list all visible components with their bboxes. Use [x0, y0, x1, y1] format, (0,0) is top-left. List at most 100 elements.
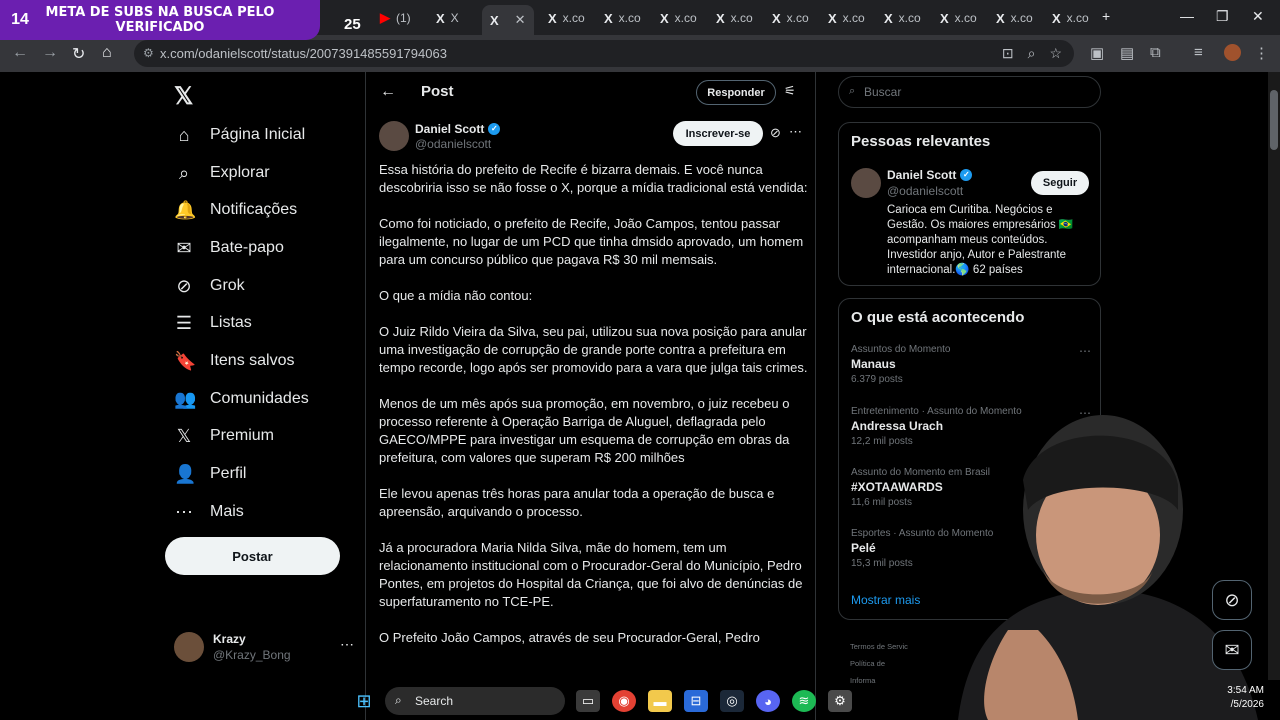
- settings-icon[interactable]: ⚙: [828, 690, 852, 712]
- post-header: ← Post Responder ⚟: [366, 72, 815, 112]
- nav-bookmarks[interactable]: 🔖 Itens salvos: [174, 346, 294, 376]
- media-control-icon[interactable]: ≡: [1194, 44, 1203, 61]
- store-icon[interactable]: ⊟: [684, 690, 708, 712]
- scrollbar[interactable]: [1268, 72, 1280, 680]
- author-name[interactable]: Daniel Scott ✓: [415, 122, 501, 136]
- discord-icon[interactable]: ◕: [756, 690, 780, 712]
- grok-icon: ⊘: [176, 275, 192, 296]
- relevant-name[interactable]: Daniel Scott ✓: [887, 168, 973, 182]
- back-icon[interactable]: ←: [12, 44, 28, 62]
- messages-fab-icon[interactable]: ✉: [1212, 630, 1252, 670]
- search-input[interactable]: ⌕ Buscar: [838, 76, 1101, 108]
- x-logo-icon[interactable]: 𝕏: [174, 82, 193, 111]
- minimize-icon[interactable]: —: [1180, 8, 1194, 24]
- extension-icon[interactable]: ▤: [1120, 44, 1134, 62]
- nav-more[interactable]: ⋯ Mais: [174, 497, 244, 527]
- browser-tab[interactable]: ▶ (1): [372, 5, 420, 31]
- grok-fab-icon[interactable]: ⊘: [1212, 580, 1252, 620]
- close-window-icon[interactable]: ✕: [1252, 8, 1264, 25]
- relevant-handle[interactable]: @odanielscott: [887, 184, 963, 198]
- spotify-icon[interactable]: ≋: [792, 690, 816, 712]
- page-title: Post: [421, 83, 454, 100]
- nav-explore[interactable]: ⌕ Explorar: [174, 158, 270, 188]
- more-options-icon[interactable]: ⋯: [1079, 344, 1091, 358]
- verified-badge-icon: ✓: [960, 169, 973, 181]
- reply-button[interactable]: Responder: [696, 80, 776, 105]
- reload-icon[interactable]: ↻: [72, 44, 85, 64]
- more-options-icon[interactable]: ⋯: [340, 636, 354, 653]
- left-navigation: 𝕏 ⌂ Página Inicial ⌕ Explorar 🔔 Notificaçõe…: [160, 72, 365, 720]
- trend-item[interactable]: Assuntos do Momento Manaus 6.379 posts ⋯: [851, 344, 1091, 385]
- follow-button[interactable]: Seguir: [1031, 171, 1089, 195]
- browser-tab[interactable]: Xx.co: [652, 5, 704, 31]
- install-app-icon[interactable]: ⊡: [1002, 45, 1014, 62]
- browser-tab[interactable]: Xx.co: [1044, 5, 1096, 31]
- nav-premium[interactable]: 𝕏 Premium: [174, 421, 274, 451]
- post-detail-column: ← Post Responder ⚟ Daniel Scott ✓ @odanie…: [365, 72, 816, 720]
- browser-tab[interactable]: XX: [428, 5, 476, 31]
- system-clock[interactable]: 3:54 AM /5/2026: [1208, 684, 1264, 712]
- nav-communities[interactable]: 👥 Comunidades: [174, 384, 309, 414]
- maximize-icon[interactable]: ❐: [1216, 8, 1229, 25]
- browser-tab[interactable]: Xx.co: [708, 5, 760, 31]
- x-icon: X: [490, 12, 499, 28]
- author-handle[interactable]: @odanielscott: [415, 137, 491, 151]
- nav-notifications[interactable]: 🔔 Notificações: [174, 195, 297, 225]
- nav-lists[interactable]: ☰ Listas: [174, 308, 252, 338]
- x-icon: X: [996, 10, 1005, 26]
- more-options-icon[interactable]: ⋯: [789, 124, 802, 140]
- post-paragraph: Menos de um mês após sua promoção, em no…: [379, 396, 790, 465]
- nav-grok[interactable]: ⊘ Grok: [174, 271, 244, 301]
- zoom-icon[interactable]: ⌕: [1028, 45, 1036, 62]
- menu-kebab-icon[interactable]: ⋮: [1254, 44, 1269, 62]
- nav-profile[interactable]: 👤 Perfil: [174, 459, 246, 489]
- bookmark-star-icon[interactable]: ☆: [1049, 45, 1062, 62]
- account-handle: @Krazy_Bong: [213, 648, 291, 662]
- taskbar-search[interactable]: ⌕ Search: [385, 687, 565, 715]
- chrome-icon[interactable]: ◉: [612, 690, 636, 712]
- browser-tab[interactable]: Xx.co: [764, 5, 816, 31]
- browser-tab[interactable]: Xx.co: [988, 5, 1040, 31]
- post-paragraph: Já a procuradora Maria Nilda Silva, mãe …: [379, 540, 803, 609]
- back-arrow-icon[interactable]: ←: [380, 83, 396, 101]
- extensions-puzzle-icon[interactable]: ⧉: [1150, 44, 1161, 61]
- forward-icon[interactable]: →: [42, 44, 58, 62]
- youtube-icon: ▶: [380, 10, 390, 25]
- mail-icon: ✉: [176, 237, 192, 258]
- windows-start-icon[interactable]: ⊞: [352, 690, 376, 712]
- more-icon: ⋯: [175, 501, 193, 522]
- avatar[interactable]: [851, 168, 881, 198]
- address-bar[interactable]: ⚙ x.com/odanielscott/status/200739148559…: [134, 40, 1074, 67]
- home-browser-icon[interactable]: ⌂: [102, 44, 112, 62]
- browser-tab[interactable]: Xx.co: [820, 5, 872, 31]
- stream-goal-number: 14: [11, 11, 29, 28]
- nav-chat[interactable]: ✉ Bate-papo: [174, 233, 283, 263]
- browser-tab[interactable]: Xx.co: [596, 5, 648, 31]
- x-icon: X: [660, 10, 669, 26]
- grok-icon[interactable]: ⊘: [770, 125, 781, 141]
- avatar: [174, 632, 204, 662]
- subscribe-button[interactable]: Inscrever-se: [673, 121, 763, 146]
- x-icon: X: [548, 10, 557, 26]
- account-switcher[interactable]: Krazy @Krazy_Bong ⋯: [174, 630, 354, 664]
- close-tab-icon[interactable]: ✕: [515, 12, 526, 28]
- x-icon: X: [604, 10, 613, 26]
- nav-home[interactable]: ⌂ Página Inicial: [174, 120, 306, 150]
- task-view-icon[interactable]: ▭: [576, 690, 600, 712]
- browser-tab[interactable]: Xx.co: [876, 5, 928, 31]
- author-avatar[interactable]: [379, 121, 409, 151]
- new-tab-icon[interactable]: +: [1102, 8, 1110, 24]
- browser-tab[interactable]: Xx.co: [540, 5, 592, 31]
- site-info-icon[interactable]: ⚙: [143, 46, 154, 60]
- extension-icon[interactable]: ▣: [1090, 44, 1104, 62]
- browser-tab-active[interactable]: X ✕: [482, 5, 534, 35]
- scrollbar-thumb[interactable]: [1270, 90, 1278, 150]
- post-button[interactable]: Postar: [165, 537, 340, 575]
- browser-tab[interactable]: Xx.co: [932, 5, 984, 31]
- sliders-icon[interactable]: ⚟: [784, 83, 796, 99]
- steam-icon[interactable]: ◎: [720, 690, 744, 712]
- profile-icon: 👤: [174, 463, 197, 484]
- browser-profile-avatar[interactable]: [1224, 44, 1241, 61]
- file-explorer-icon[interactable]: ▬: [648, 690, 672, 712]
- post-paragraph: O que a mídia não contou:: [379, 288, 533, 303]
